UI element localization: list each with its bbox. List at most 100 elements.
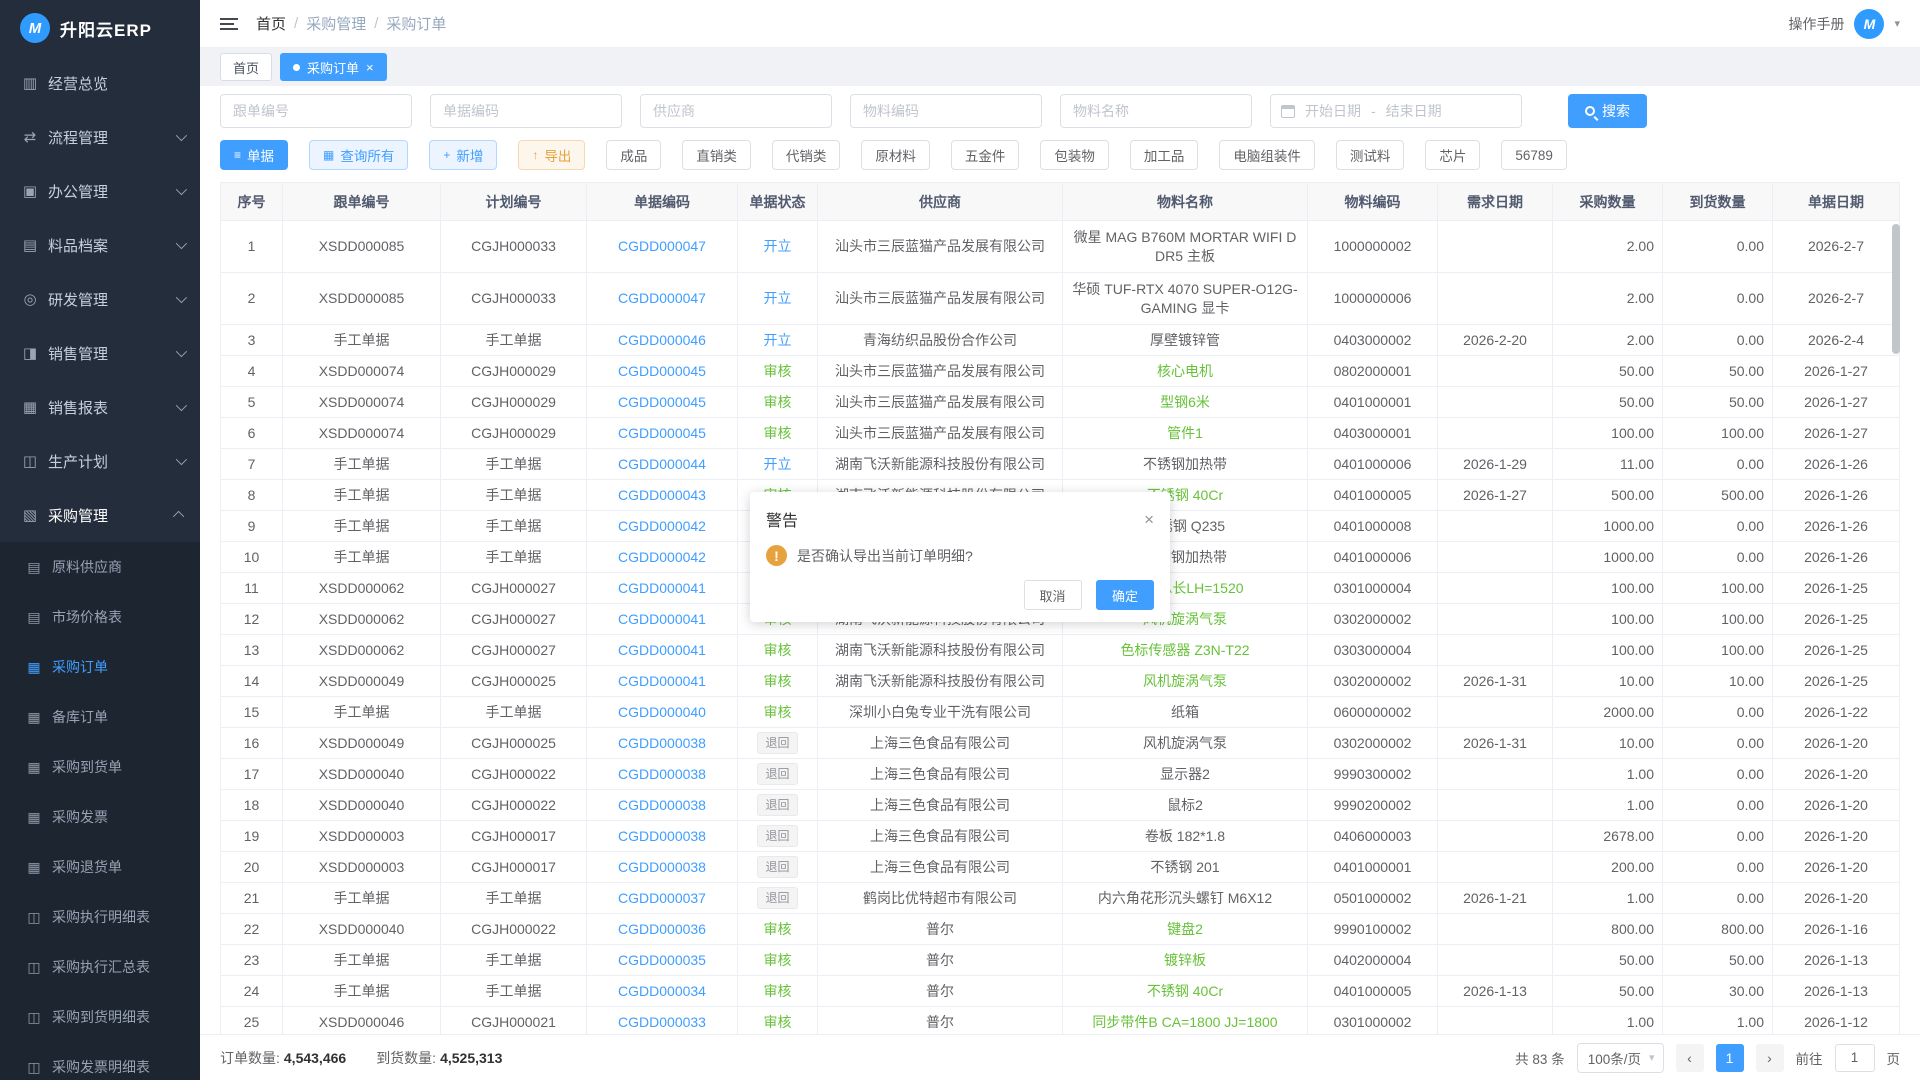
order-code-link[interactable]: CGDD000040	[587, 697, 738, 728]
material-code-input[interactable]	[850, 94, 1042, 128]
order-code-link[interactable]: CGDD000041	[587, 604, 738, 635]
material-name-link[interactable]: 同步带件B CA=1800 JJ=1800	[1092, 1014, 1277, 1030]
sidebar-item-process[interactable]: ⇄流程管理	[0, 110, 200, 164]
document-button[interactable]: ≡单据	[220, 140, 288, 170]
table-row[interactable]: 20XSDD000003CGJH000017CGDD000038退回上海三色食品…	[221, 852, 1900, 883]
material-name-link[interactable]: 管件1	[1167, 425, 1203, 441]
order-code-link[interactable]: CGDD000037	[587, 883, 738, 914]
cell-material[interactable]: 型钢6米	[1063, 387, 1308, 418]
category-button-测试料[interactable]: 测试料	[1336, 140, 1405, 170]
cell-material[interactable]: 同步带件B CA=1800 JJ=1800	[1063, 1007, 1308, 1035]
material-name-link[interactable]: 不锈钢 40Cr	[1147, 983, 1223, 999]
goto-page-input[interactable]	[1835, 1044, 1875, 1072]
category-button-原材料[interactable]: 原材料	[861, 140, 930, 170]
supplier-input[interactable]	[640, 94, 832, 128]
cell-material[interactable]: 镀锌板	[1063, 945, 1308, 976]
close-tab-icon[interactable]: ×	[366, 61, 374, 74]
table-row[interactable]: 21手工单据手工单据CGDD000037退回鹤岗比优特超市有限公司内六角花形沉头…	[221, 883, 1900, 914]
sidebar-item-office[interactable]: ▣办公管理	[0, 164, 200, 218]
order-code-link[interactable]: CGDD000038	[587, 759, 738, 790]
table-row[interactable]: 2XSDD000085CGJH000033CGDD000047开立汕头市三辰蓝猫…	[221, 273, 1900, 325]
table-row[interactable]: 1XSDD000085CGJH000033CGDD000047开立汕头市三辰蓝猫…	[221, 221, 1900, 273]
close-icon[interactable]: ×	[1144, 511, 1154, 528]
category-button-成品[interactable]: 成品	[606, 140, 661, 170]
table-row[interactable]: 16XSDD000049CGJH000025CGDD000038退回上海三色食品…	[221, 728, 1900, 759]
order-code-link[interactable]: CGDD000043	[587, 480, 738, 511]
order-code-link[interactable]: CGDD000035	[587, 945, 738, 976]
order-code-link[interactable]: CGDD000038	[587, 852, 738, 883]
table-row[interactable]: 15手工单据手工单据CGDD000040审核深圳小白兔专业干洗有限公司纸箱060…	[221, 697, 1900, 728]
order-code-link[interactable]: CGDD000038	[587, 728, 738, 759]
order-code-link[interactable]: CGDD000047	[587, 221, 738, 273]
confirm-button[interactable]: 确定	[1096, 580, 1154, 610]
tab-采购订单[interactable]: 采购订单×	[280, 53, 387, 81]
category-button-直销类[interactable]: 直销类	[682, 140, 751, 170]
order-code-link[interactable]: CGDD000041	[587, 666, 738, 697]
cell-material[interactable]: 风机旋涡气泵	[1063, 666, 1308, 697]
material-name-link[interactable]: 色标传感器 Z3N-T22	[1120, 642, 1249, 658]
menu-toggle-icon[interactable]	[220, 18, 238, 30]
sidebar-subitem-purchase-invoice[interactable]: ▦采购发票	[0, 792, 200, 842]
category-button-五金件[interactable]: 五金件	[951, 140, 1020, 170]
table-row[interactable]: 24手工单据手工单据CGDD000034审核普尔不锈钢 40Cr04010000…	[221, 976, 1900, 1007]
vertical-scrollbar[interactable]	[1892, 224, 1900, 354]
export-button[interactable]: ↑导出	[518, 140, 585, 170]
table-row[interactable]: 14XSDD000049CGJH000025CGDD000041审核湖南飞沃新能…	[221, 666, 1900, 697]
category-button-加工品[interactable]: 加工品	[1130, 140, 1199, 170]
order-code-link[interactable]: CGDD000045	[587, 387, 738, 418]
sidebar-item-rnd[interactable]: ◎研发管理	[0, 272, 200, 326]
sidebar-item-materials[interactable]: ▤料品档案	[0, 218, 200, 272]
order-code-link[interactable]: CGDD000042	[587, 511, 738, 542]
order-code-link[interactable]: CGDD000045	[587, 356, 738, 387]
order-code-link[interactable]: CGDD000036	[587, 914, 738, 945]
sidebar-item-sales-report[interactable]: ▦销售报表	[0, 380, 200, 434]
search-button[interactable]: 搜索	[1568, 94, 1647, 128]
doc-code-input[interactable]	[430, 94, 622, 128]
category-button-包装物[interactable]: 包装物	[1040, 140, 1109, 170]
cell-material[interactable]: 管件1	[1063, 418, 1308, 449]
table-row[interactable]: 13XSDD000062CGJH000027CGDD000041审核湖南飞沃新能…	[221, 635, 1900, 666]
chevron-down-icon[interactable]: ▾	[1894, 17, 1900, 30]
table-row[interactable]: 4XSDD000074CGJH000029CGDD000045审核汕头市三辰蓝猫…	[221, 356, 1900, 387]
page-size-select[interactable]: 100条/页 ▾	[1577, 1043, 1664, 1073]
sidebar-subitem-invoice-detail[interactable]: ◫采购发票明细表	[0, 1042, 200, 1080]
table-row[interactable]: 25XSDD000046CGJH000021CGDD000033审核普尔同步带件…	[221, 1007, 1900, 1035]
order-code-link[interactable]: CGDD000033	[587, 1007, 738, 1035]
table-row[interactable]: 19XSDD000003CGJH000017CGDD000038退回上海三色食品…	[221, 821, 1900, 852]
table-row[interactable]: 3手工单据手工单据CGDD000046开立青海纺织品股份合作公司厚壁镀锌管040…	[221, 325, 1900, 356]
table-row[interactable]: 18XSDD000040CGJH000022CGDD000038退回上海三色食品…	[221, 790, 1900, 821]
material-name-link[interactable]: 风机旋涡气泵	[1143, 673, 1227, 689]
category-button-电脑组装件[interactable]: 电脑组装件	[1219, 140, 1315, 170]
material-name-input[interactable]	[1060, 94, 1252, 128]
sidebar-subitem-raw-supplier[interactable]: ▤原料供应商	[0, 542, 200, 592]
material-name-link[interactable]: 核心电机	[1157, 363, 1213, 379]
sidebar-subitem-stock-order[interactable]: ▦备库订单	[0, 692, 200, 742]
query-all-button[interactable]: ▦查询所有	[309, 140, 408, 170]
sidebar-subitem-exec-detail[interactable]: ◫采购执行明细表	[0, 892, 200, 942]
avatar[interactable]: M	[1854, 9, 1884, 39]
category-button-芯片[interactable]: 芯片	[1425, 140, 1480, 170]
next-page-button[interactable]: ›	[1756, 1044, 1784, 1072]
sidebar-subitem-exec-summary[interactable]: ◫采购执行汇总表	[0, 942, 200, 992]
sidebar-item-overview[interactable]: ▥经营总览	[0, 56, 200, 110]
sidebar-item-sales[interactable]: ◨销售管理	[0, 326, 200, 380]
material-name-link[interactable]: 型钢6米	[1160, 394, 1210, 410]
cancel-button[interactable]: 取消	[1024, 580, 1082, 610]
sidebar-item-production[interactable]: ◫生产计划	[0, 434, 200, 488]
order-code-link[interactable]: CGDD000044	[587, 449, 738, 480]
cell-material[interactable]: 色标传感器 Z3N-T22	[1063, 635, 1308, 666]
sidebar-subitem-market-price[interactable]: ▤市场价格表	[0, 592, 200, 642]
table-row[interactable]: 7手工单据手工单据CGDD000044开立湖南飞沃新能源科技股份有限公司不锈钢加…	[221, 449, 1900, 480]
breadcrumb-item[interactable]: 首页	[256, 13, 286, 34]
material-name-link[interactable]: 镀锌板	[1164, 952, 1206, 968]
date-range-picker[interactable]: 开始日期-结束日期	[1270, 94, 1522, 128]
cell-material[interactable]: 不锈钢 40Cr	[1063, 976, 1308, 1007]
sidebar-subitem-purchase-order[interactable]: ▦采购订单	[0, 642, 200, 692]
sidebar-subitem-purchase-return[interactable]: ▦采购退货单	[0, 842, 200, 892]
order-code-link[interactable]: CGDD000041	[587, 573, 738, 604]
table-row[interactable]: 5XSDD000074CGJH000029CGDD000045审核汕头市三辰蓝猫…	[221, 387, 1900, 418]
order-code-link[interactable]: CGDD000034	[587, 976, 738, 1007]
order-code-link[interactable]: CGDD000038	[587, 821, 738, 852]
category-button-56789[interactable]: 56789	[1501, 140, 1567, 170]
order-code-link[interactable]: CGDD000045	[587, 418, 738, 449]
